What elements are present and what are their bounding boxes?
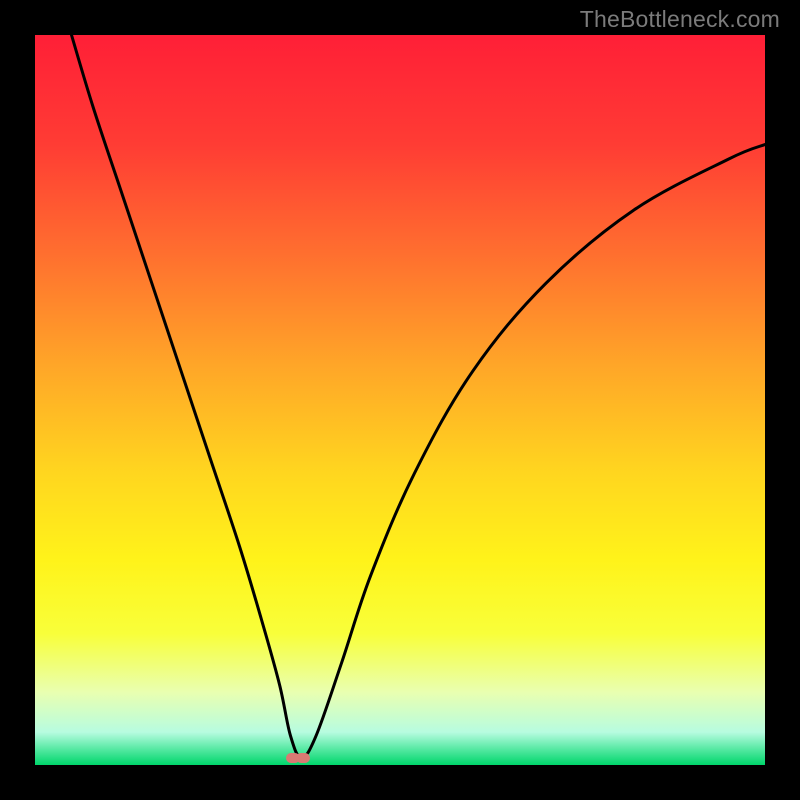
chart-frame: TheBottleneck.com xyxy=(0,0,800,800)
watermark-text: TheBottleneck.com xyxy=(580,6,780,33)
plot-area xyxy=(35,35,765,765)
bottleneck-curve xyxy=(35,35,765,765)
optimum-marker xyxy=(296,753,310,763)
